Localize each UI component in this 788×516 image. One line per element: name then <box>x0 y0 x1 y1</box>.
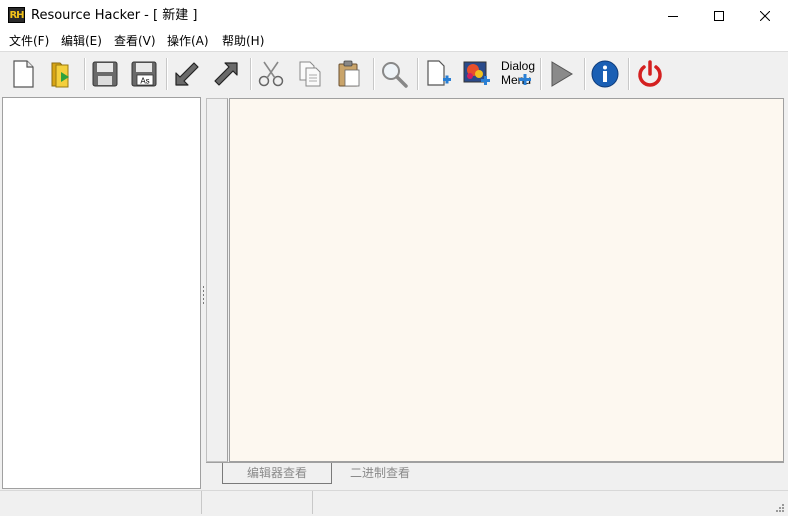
status-cell <box>313 491 773 514</box>
open-folder-icon <box>51 62 69 88</box>
add-resource-button[interactable] <box>421 57 455 91</box>
copy-icon <box>299 61 321 87</box>
view-tabs: 编辑器查看 二进制查看 <box>206 462 784 488</box>
status-cell <box>202 491 313 514</box>
search-icon <box>382 62 408 88</box>
add-dialog-menu-button[interactable]: Dialog Menu <box>499 57 537 91</box>
title-bar[interactable]: RH Resource Hacker - [ 新建 ] <box>0 0 788 32</box>
about-button[interactable] <box>588 57 622 91</box>
run-icon <box>551 61 573 87</box>
toolbar-separator <box>628 58 630 90</box>
add-dialog-menu-icon: Dialog Menu <box>501 59 535 87</box>
menu-file[interactable]: 文件(F) <box>9 33 49 49</box>
minimize-icon <box>668 15 678 17</box>
power-icon <box>638 60 662 87</box>
find-button[interactable] <box>377 57 411 91</box>
add-image-resource-icon <box>463 61 490 85</box>
splitter-grip <box>203 290 204 292</box>
pane-splitter[interactable] <box>202 97 205 489</box>
minimize-button[interactable] <box>650 0 696 31</box>
save-icon <box>92 61 118 87</box>
toolbar: As Dialog Menu <box>0 51 788 97</box>
back-button[interactable] <box>170 57 204 91</box>
close-icon <box>760 10 770 21</box>
new-file-icon <box>13 60 34 88</box>
arrow-back-icon <box>175 62 199 86</box>
menu-view[interactable]: 查看(V) <box>114 33 156 49</box>
toolbar-separator <box>540 58 542 90</box>
menu-action[interactable]: 操作(A) <box>167 33 209 49</box>
menu-bar: 文件(F) 编辑(E) 查看(V) 操作(A) 帮助(H) <box>0 31 788 51</box>
splitter-grip <box>203 286 204 288</box>
toolbar-separator <box>166 58 168 90</box>
status-cell <box>0 491 202 514</box>
open-button[interactable] <box>45 57 79 91</box>
app-logo-icon: RH <box>8 7 25 23</box>
save-button[interactable] <box>88 57 122 91</box>
maximize-icon <box>714 10 724 21</box>
paste-icon <box>338 60 360 87</box>
compile-run-button[interactable] <box>544 57 578 91</box>
cut-icon <box>258 61 284 87</box>
paste-button[interactable] <box>332 57 366 91</box>
app-window: RH Resource Hacker - [ 新建 ] 文件(F) 编辑(E) … <box>0 0 788 516</box>
toolbar-separator <box>584 58 586 90</box>
line-number-gutter <box>206 98 228 462</box>
info-icon <box>591 60 619 88</box>
splitter-grip <box>203 294 204 296</box>
tab-editor-view[interactable]: 编辑器查看 <box>222 463 332 484</box>
toolbar-separator <box>417 58 419 90</box>
save-as-icon: As <box>131 61 157 87</box>
status-bar <box>0 490 788 516</box>
maximize-button[interactable] <box>696 0 742 31</box>
window-title: Resource Hacker - [ 新建 ] <box>31 8 198 23</box>
arrow-forward-icon <box>214 62 238 86</box>
cut-button[interactable] <box>254 57 288 91</box>
exit-button[interactable] <box>633 57 667 91</box>
script-editor[interactable] <box>229 98 784 462</box>
close-button[interactable] <box>742 0 788 31</box>
splitter-grip <box>203 302 204 304</box>
add-resource-icon <box>427 60 451 86</box>
toolbar-separator <box>84 58 86 90</box>
toolbar-separator <box>250 58 252 90</box>
forward-button[interactable] <box>209 57 243 91</box>
tab-binary-view[interactable]: 二进制查看 <box>330 463 430 483</box>
menu-help[interactable]: 帮助(H) <box>222 33 264 49</box>
save-as-button[interactable]: As <box>127 57 161 91</box>
dialog-label: Dialog <box>501 59 535 73</box>
splitter-grip <box>203 298 204 300</box>
save-as-label: As <box>140 77 149 86</box>
resource-tree[interactable] <box>2 97 201 489</box>
resize-grip-icon[interactable] <box>775 503 785 513</box>
new-button[interactable] <box>6 57 40 91</box>
toolbar-separator <box>373 58 375 90</box>
copy-button[interactable] <box>293 57 327 91</box>
menu-edit[interactable]: 编辑(E) <box>61 33 102 49</box>
add-image-button[interactable] <box>460 57 494 91</box>
